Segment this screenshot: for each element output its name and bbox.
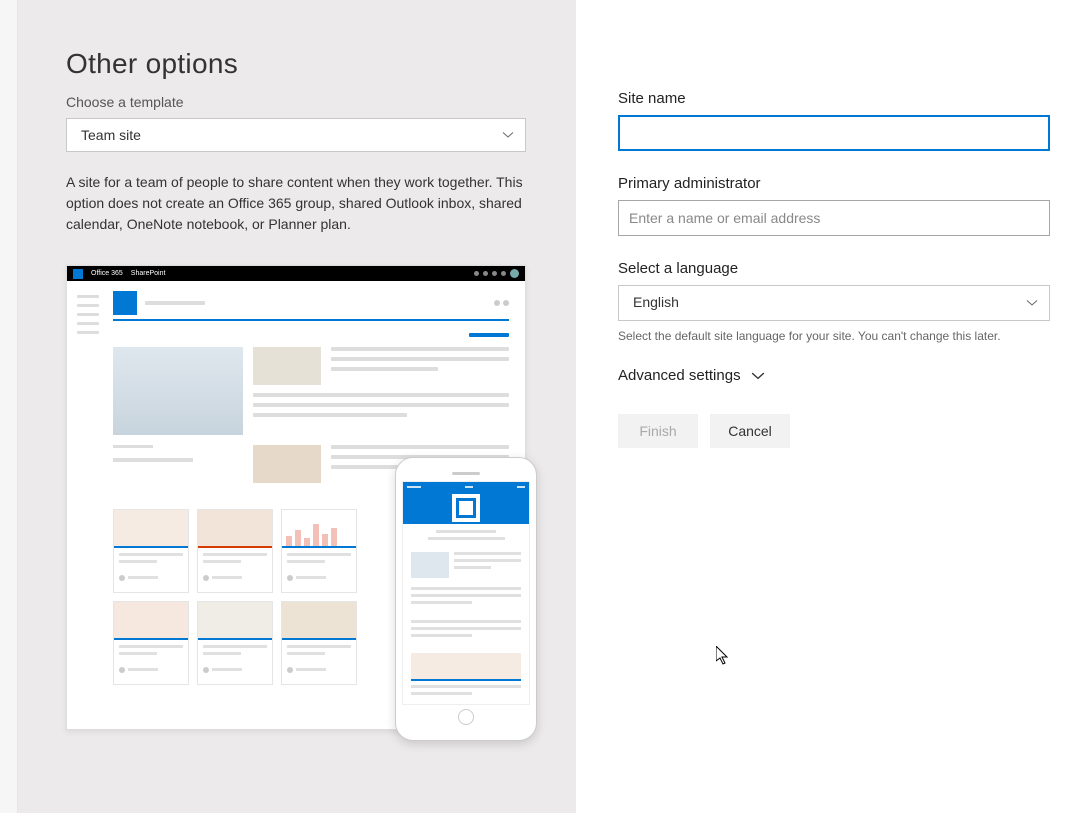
preview-phone — [395, 457, 537, 741]
site-name-input[interactable] — [618, 115, 1050, 151]
cancel-button[interactable]: Cancel — [710, 414, 790, 448]
chevron-down-icon — [751, 369, 765, 383]
site-logo-icon — [113, 291, 137, 315]
preview-card — [113, 509, 189, 593]
left-gutter — [0, 0, 18, 813]
preview-card — [197, 509, 273, 593]
language-selected-value: English — [618, 285, 1050, 321]
template-label: Choose a template — [66, 94, 528, 110]
language-help-text: Select the default site language for you… — [618, 329, 1050, 343]
home-button-icon — [458, 709, 474, 725]
primary-admin-input[interactable] — [618, 200, 1050, 236]
preview-app: SharePoint — [131, 270, 166, 277]
right-panel: Site name Primary administrator Select a… — [576, 0, 1068, 813]
waffle-icon — [73, 269, 83, 279]
preview-card — [281, 509, 357, 593]
advanced-settings-toggle[interactable]: Advanced settings — [618, 367, 765, 384]
preview-hero-image — [113, 347, 243, 435]
site-name-label: Site name — [618, 90, 1050, 107]
template-select[interactable]: Team site — [66, 118, 526, 152]
page-title: Other options — [66, 48, 528, 80]
template-selected-value: Team site — [66, 118, 526, 152]
left-panel: Other options Choose a template Team sit… — [18, 0, 576, 813]
language-label: Select a language — [618, 260, 1050, 277]
preview-suitebar: Office 365 SharePoint — [67, 266, 525, 281]
preview-nav — [67, 281, 109, 729]
advanced-settings-label: Advanced settings — [618, 367, 741, 384]
template-preview: Office 365 SharePoint — [66, 265, 526, 730]
preview-card — [197, 601, 273, 685]
preview-product: Office 365 — [91, 270, 123, 277]
primary-admin-label: Primary administrator — [618, 175, 1050, 192]
preview-card — [281, 601, 357, 685]
preview-card — [113, 601, 189, 685]
site-logo-icon — [456, 498, 476, 518]
template-description: A site for a team of people to share con… — [66, 172, 536, 235]
avatar-icon — [510, 269, 519, 278]
finish-button[interactable]: Finish — [618, 414, 698, 448]
language-select[interactable]: English — [618, 285, 1050, 321]
